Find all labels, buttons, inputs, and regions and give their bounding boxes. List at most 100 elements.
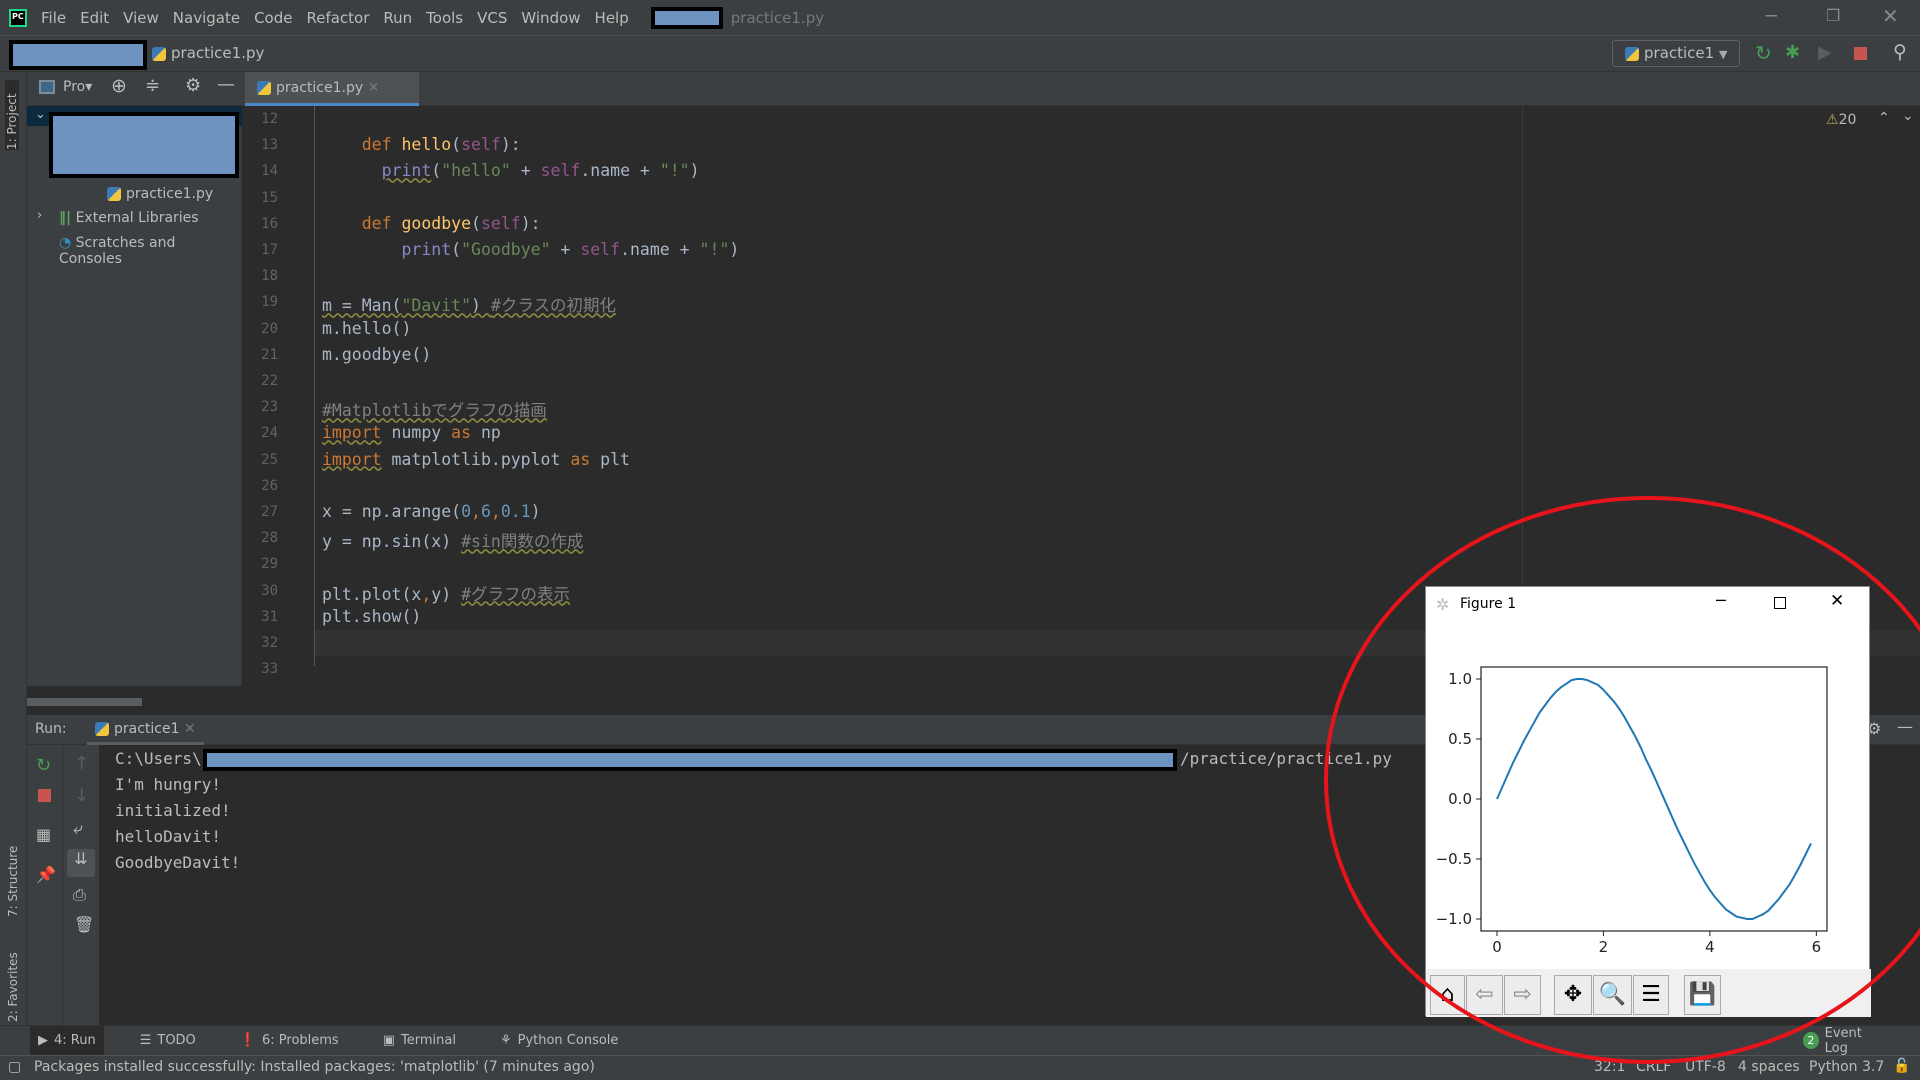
- expand-arrow-icon[interactable]: ⌄: [35, 107, 46, 122]
- status-message[interactable]: Packages installed successfully: Install…: [34, 1059, 595, 1075]
- menu-navigate[interactable]: Navigate: [173, 9, 240, 27]
- code-line[interactable]: print("hello" + self.name + "!"): [322, 161, 700, 180]
- menu-refactor[interactable]: Refactor: [306, 9, 369, 27]
- code-token: print: [381, 161, 432, 181]
- stop-icon[interactable]: [38, 789, 51, 802]
- lock-icon[interactable]: 🔓: [1893, 1058, 1910, 1074]
- collapse-all-icon[interactable]: ≑: [145, 75, 160, 96]
- menu-code[interactable]: Code: [254, 9, 292, 27]
- tab-todo[interactable]: ☰ TODO: [132, 1026, 204, 1056]
- hide-panel-icon[interactable]: —: [217, 74, 235, 95]
- structure-tool-button[interactable]: 7: Structure: [6, 807, 20, 917]
- maximize-button[interactable]: [1774, 597, 1786, 609]
- menu-edit[interactable]: Edit: [80, 9, 109, 27]
- project-tool-button[interactable]: 1: Project: [5, 80, 19, 150]
- code-line[interactable]: #Matplotlibでグラフの描画: [322, 397, 547, 421]
- breadcrumb-file[interactable]: practice1.py: [152, 44, 264, 62]
- indent-setting[interactable]: 4 spaces: [1738, 1059, 1800, 1075]
- code-line[interactable]: def hello(self):: [322, 135, 521, 154]
- event-log-button[interactable]: 2 Event Log: [1795, 1026, 1892, 1056]
- tab-run[interactable]: ▶ 4: Run: [30, 1025, 104, 1056]
- code-line[interactable]: plt.show(): [322, 607, 421, 626]
- save-button[interactable]: 💾: [1684, 975, 1721, 1015]
- warning-indicator[interactable]: ⚠20: [1826, 112, 1856, 128]
- menu-tools[interactable]: Tools: [426, 9, 463, 27]
- up-arrow-icon[interactable]: ↑: [74, 753, 89, 774]
- hide-panel-icon[interactable]: —: [1897, 717, 1913, 736]
- run-config-dropdown[interactable]: practice1 ▼: [1612, 40, 1740, 67]
- tree-item-practice1[interactable]: practice1.py: [107, 186, 213, 202]
- code-line[interactable]: import numpy as np: [322, 423, 501, 442]
- pan-button[interactable]: ✥: [1554, 975, 1592, 1015]
- search-icon[interactable]: ⚲: [1893, 41, 1907, 63]
- line-number: 23: [261, 399, 278, 416]
- python-interpreter[interactable]: Python 3.7: [1809, 1059, 1884, 1075]
- forward-button[interactable]: ⇨: [1504, 975, 1541, 1015]
- print-icon[interactable]: ⎙: [73, 885, 86, 905]
- code-line[interactable]: m.goodbye(): [322, 345, 431, 364]
- tab-terminal[interactable]: ▣ Terminal: [375, 1026, 464, 1056]
- previous-highlight-icon[interactable]: ⌃: [1878, 110, 1890, 126]
- code-line[interactable]: m = Man("Davit") #クラスの初期化: [322, 292, 616, 316]
- code-token: "!": [659, 161, 690, 181]
- run-tab-practice1[interactable]: practice1 ✕: [87, 715, 204, 745]
- layout-icon[interactable]: ▦: [36, 825, 51, 844]
- rerun-icon[interactable]: ↻: [1755, 41, 1772, 65]
- debug-icon[interactable]: ✱: [1785, 42, 1800, 63]
- file-encoding[interactable]: UTF-8: [1685, 1059, 1726, 1075]
- stop-icon[interactable]: [1854, 47, 1867, 60]
- scroll-to-end-icon[interactable]: ⇊: [67, 849, 95, 877]
- status-toggle-icon[interactable]: ▢: [8, 1059, 21, 1075]
- code-line[interactable]: def goodbye(self):: [322, 214, 541, 233]
- menu-window[interactable]: Window: [521, 9, 580, 27]
- code-line[interactable]: y = np.sin(x) #sin関数の作成: [322, 528, 583, 552]
- next-highlight-icon[interactable]: ⌄: [1902, 108, 1914, 124]
- tab-practice1[interactable]: practice1.py ✕: [245, 72, 419, 106]
- menu-vcs[interactable]: VCS: [477, 9, 507, 27]
- close-button[interactable]: ✕: [1830, 591, 1844, 611]
- close-tab-icon[interactable]: ✕: [184, 721, 196, 737]
- trash-icon[interactable]: 🗑: [74, 915, 94, 934]
- project-view-dropdown[interactable]: Pro▾: [63, 79, 92, 95]
- line-number: 31: [261, 608, 278, 625]
- menu-run[interactable]: Run: [383, 9, 412, 27]
- rerun-icon[interactable]: ↻: [36, 755, 51, 776]
- favorites-tool-button[interactable]: 2: Favorites: [6, 922, 20, 1022]
- menu-file[interactable]: File: [41, 9, 66, 27]
- close-tab-icon[interactable]: ✕: [368, 80, 380, 96]
- code-line[interactable]: import matplotlib.pyplot as plt: [322, 450, 630, 469]
- locate-icon[interactable]: ⊕: [111, 75, 127, 97]
- minimize-button[interactable]: ─: [1766, 6, 1777, 27]
- code-token: self: [461, 135, 501, 155]
- code-line[interactable]: m.hello(): [322, 319, 411, 338]
- back-button[interactable]: ⇦: [1466, 975, 1503, 1015]
- tab-python-console[interactable]: ⚘ Python Console: [492, 1026, 626, 1056]
- pin-icon[interactable]: 📌: [36, 865, 56, 884]
- menu-help[interactable]: Help: [595, 9, 629, 27]
- coverage-icon[interactable]: ▶: [1818, 42, 1832, 63]
- code-line[interactable]: plt.plot(x,y) #グラフの表示: [322, 581, 570, 605]
- home-button[interactable]: ⌂: [1430, 975, 1465, 1015]
- down-arrow-icon[interactable]: ↓: [74, 785, 89, 806]
- caret-position[interactable]: 32:1: [1594, 1059, 1625, 1075]
- code-line[interactable]: print("Goodbye" + self.name + "!"): [322, 240, 739, 259]
- close-window-button[interactable]: ✕: [1882, 4, 1899, 28]
- tree-item-external-libraries[interactable]: ‖| External Libraries: [59, 210, 199, 226]
- tree-item-scratches[interactable]: ◔ Scratches and Consoles: [59, 235, 241, 267]
- tab-label: 4: Run: [54, 1033, 96, 1048]
- configure-subplots-button[interactable]: ☰: [1633, 975, 1669, 1015]
- code-token: numpy: [381, 423, 452, 443]
- minimize-button[interactable]: ─: [1716, 591, 1726, 610]
- code-line[interactable]: x = np.arange(0,6,0.1): [322, 502, 541, 521]
- code-token: import: [322, 449, 382, 469]
- zoom-button[interactable]: 🔍: [1593, 975, 1632, 1015]
- code-token: m.goodbye(): [322, 344, 432, 364]
- menu-view[interactable]: View: [123, 9, 159, 27]
- chevron-right-icon[interactable]: ›: [37, 208, 42, 223]
- soft-wrap-icon[interactable]: ⤶: [73, 819, 83, 839]
- horizontal-scrollbar[interactable]: [27, 698, 142, 706]
- line-separator[interactable]: CRLF: [1636, 1059, 1671, 1075]
- restore-button[interactable]: ❐: [1826, 6, 1840, 25]
- gear-icon[interactable]: ⚙: [185, 75, 201, 96]
- tab-problems[interactable]: ❗ 6: Problems: [232, 1026, 347, 1056]
